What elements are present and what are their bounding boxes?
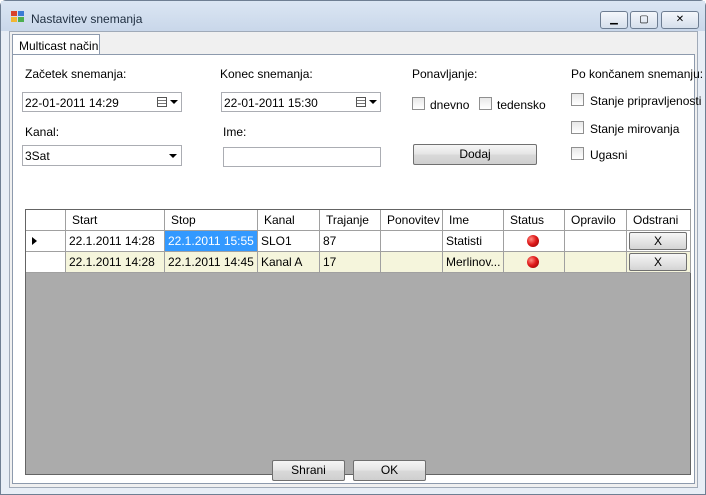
title-bar[interactable]: Nastavitev snemanja ▁ ▢ ✕: [1, 1, 705, 31]
cell-odstrani: X: [627, 231, 691, 252]
cell-odstrani: X: [627, 252, 691, 273]
cell-trajanje[interactable]: 87: [320, 231, 381, 252]
daily-checkbox[interactable]: [412, 97, 425, 110]
column-header-start[interactable]: Start: [66, 210, 165, 231]
column-header-ponovitev[interactable]: Ponovitev: [381, 210, 443, 231]
column-header-kanal[interactable]: Kanal: [258, 210, 320, 231]
add-button[interactable]: Dodaj: [413, 144, 537, 165]
tab-page: Začetek snemanja: 22-01-2011 14:29 Konec…: [12, 54, 703, 484]
cell-opravilo[interactable]: [565, 231, 627, 252]
row-header[interactable]: [26, 252, 66, 273]
cell-trajanje[interactable]: 17: [320, 252, 381, 273]
cell-ponovitev[interactable]: [381, 231, 443, 252]
start-datetime-picker[interactable]: 22-01-2011 14:29: [22, 92, 182, 112]
remove-row-button[interactable]: X: [629, 232, 687, 250]
column-header-stop[interactable]: Stop: [165, 210, 258, 231]
minimize-button[interactable]: ▁: [600, 11, 628, 29]
weekly-label: tedensko: [497, 98, 546, 112]
end-datetime-value: 22-01-2011 15:30: [224, 96, 318, 110]
status-red-dot-icon: [527, 235, 539, 247]
app-icon: [11, 11, 25, 23]
ok-button[interactable]: OK: [353, 460, 426, 481]
cell-ime[interactable]: Merlinov...: [443, 252, 504, 273]
recordings-grid: Start Stop Kanal Trajanje Ponovitev Ime …: [25, 209, 691, 475]
maximize-button[interactable]: ▢: [630, 11, 658, 29]
daily-label: dnevno: [430, 98, 470, 112]
remove-row-button[interactable]: X: [629, 253, 687, 271]
name-input[interactable]: [223, 147, 381, 167]
column-header-ime[interactable]: Ime: [443, 210, 504, 231]
channel-label: Kanal:: [25, 125, 60, 139]
status-red-dot-icon: [527, 256, 539, 268]
cell-stop[interactable]: 22.1.2011 14:45: [165, 252, 258, 273]
tab-multicast[interactable]: Multicast način: [12, 34, 100, 55]
window-title: Nastavitev snemanja: [31, 12, 143, 26]
close-button[interactable]: ✕: [661, 11, 699, 29]
column-header-status[interactable]: Status: [504, 210, 565, 231]
start-datetime-value: 22-01-2011 14:29: [25, 96, 119, 110]
channel-select[interactable]: 3Sat: [22, 145, 182, 166]
standby-label: Stanje pripravljenosti: [590, 94, 702, 108]
shutdown-label: Ugasni: [590, 148, 628, 162]
cell-opravilo[interactable]: [565, 252, 627, 273]
save-button[interactable]: Shrani: [272, 460, 345, 481]
cell-start[interactable]: 22.1.2011 14:28: [66, 231, 165, 252]
calendar-icon: [356, 97, 366, 107]
chevron-down-icon: [369, 100, 377, 104]
shutdown-checkbox[interactable]: [571, 147, 584, 160]
cell-start[interactable]: 22.1.2011 14:28: [66, 252, 165, 273]
end-label: Konec snemanja:: [220, 67, 313, 81]
after-recording-label: Po končanem snemanju:: [571, 67, 704, 81]
column-header-trajanje[interactable]: Trajanje: [320, 210, 381, 231]
repeat-label: Ponavljanje:: [412, 67, 478, 81]
hibernate-label: Stanje mirovanja: [590, 122, 680, 136]
cell-status[interactable]: [504, 252, 565, 273]
channel-value: 3Sat: [25, 149, 50, 163]
chevron-down-icon: [169, 154, 177, 158]
column-header-opravilo[interactable]: Opravilo: [565, 210, 627, 231]
grid-corner-header: [26, 210, 66, 231]
cell-ponovitev[interactable]: [381, 252, 443, 273]
hibernate-checkbox[interactable]: [571, 121, 584, 134]
calendar-icon: [157, 97, 167, 107]
dialog-window: Nastavitev snemanja ▁ ▢ ✕ Multicast nači…: [0, 0, 706, 495]
cell-ime[interactable]: Statisti: [443, 231, 504, 252]
column-header-odstrani[interactable]: Odstrani: [627, 210, 691, 231]
current-row-arrow-icon: [32, 237, 37, 245]
end-datetime-picker[interactable]: 22-01-2011 15:30: [221, 92, 381, 112]
cell-kanal[interactable]: SLO1: [258, 231, 320, 252]
dialog-client: Multicast način Začetek snemanja: 22-01-…: [9, 31, 703, 488]
cell-kanal[interactable]: Kanal A: [258, 252, 320, 273]
row-header-selected[interactable]: [26, 231, 66, 252]
cell-status[interactable]: [504, 231, 565, 252]
cell-stop-selected[interactable]: 22.1.2011 15:55: [165, 231, 258, 252]
standby-checkbox[interactable]: [571, 93, 584, 106]
start-label: Začetek snemanja:: [25, 67, 127, 81]
chevron-down-icon: [170, 100, 178, 104]
name-label: Ime:: [223, 125, 247, 139]
weekly-checkbox[interactable]: [479, 97, 492, 110]
